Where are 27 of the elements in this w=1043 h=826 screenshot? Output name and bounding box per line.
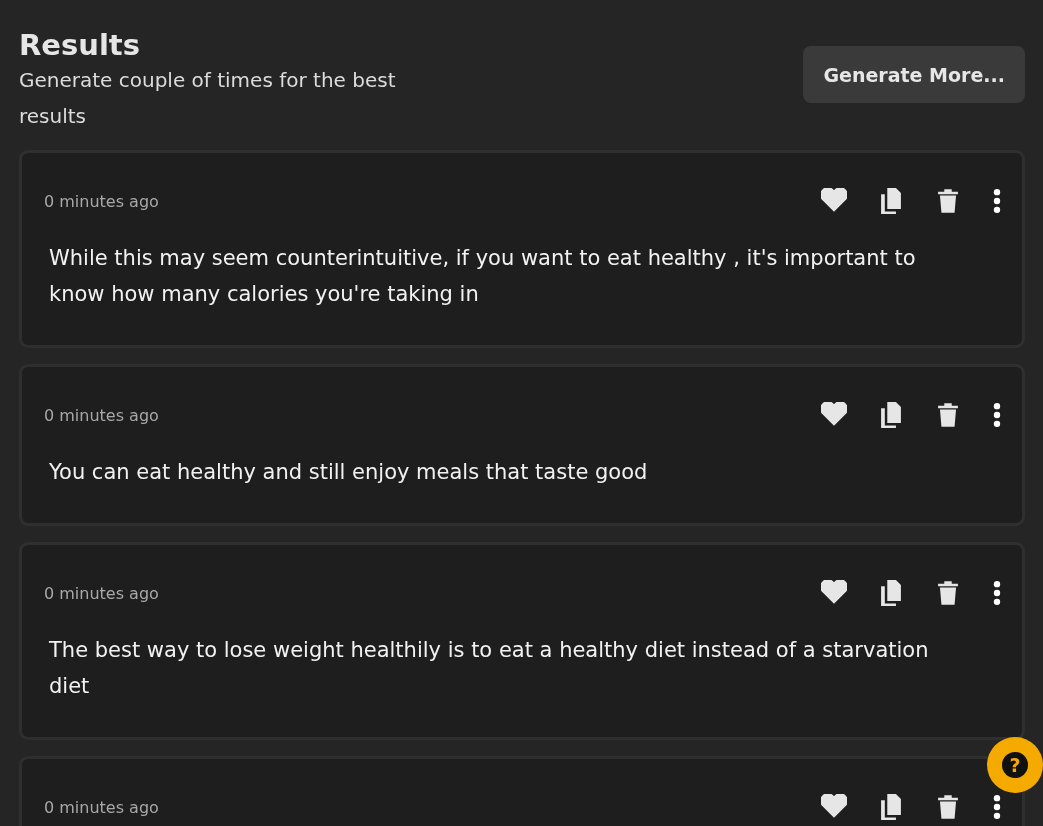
heart-icon[interactable] [821,794,847,820]
results-subtitle: Generate couple of times for the best results [19,67,397,130]
trash-icon[interactable] [935,402,961,428]
trash-icon[interactable] [935,580,961,606]
help-button[interactable]: ? [987,737,1043,793]
more-icon[interactable] [992,188,1002,214]
copy-icon[interactable] [878,402,904,428]
more-icon[interactable] [992,402,1002,428]
heart-icon[interactable] [821,402,847,428]
copy-icon[interactable] [878,188,904,214]
copy-icon[interactable] [878,794,904,820]
timestamp: 0 minutes ago [44,583,159,603]
results-title: Results [19,28,141,62]
heart-icon[interactable] [821,580,847,606]
timestamp: 0 minutes ago [44,191,159,211]
more-icon[interactable] [992,794,1002,820]
result-text: You can eat healthy and still enjoy meals that taste good [48,459,649,486]
trash-icon[interactable] [935,794,961,820]
trash-icon[interactable] [935,188,961,214]
heart-icon[interactable] [821,188,847,214]
result-text: While this may seem counterintuitive, if you want to eat healthy , it's important to know how many calories you're taking in [48,245,917,308]
more-icon[interactable] [992,580,1002,606]
timestamp: 0 minutes ago [44,405,159,425]
copy-icon[interactable] [878,580,904,606]
result-text: The best way to lose weight healthily is to eat a healthy diet instead of a starvation diet [48,637,930,700]
generate-more-button[interactable]: Generate More... [803,46,1025,103]
timestamp: 0 minutes ago [44,797,159,817]
